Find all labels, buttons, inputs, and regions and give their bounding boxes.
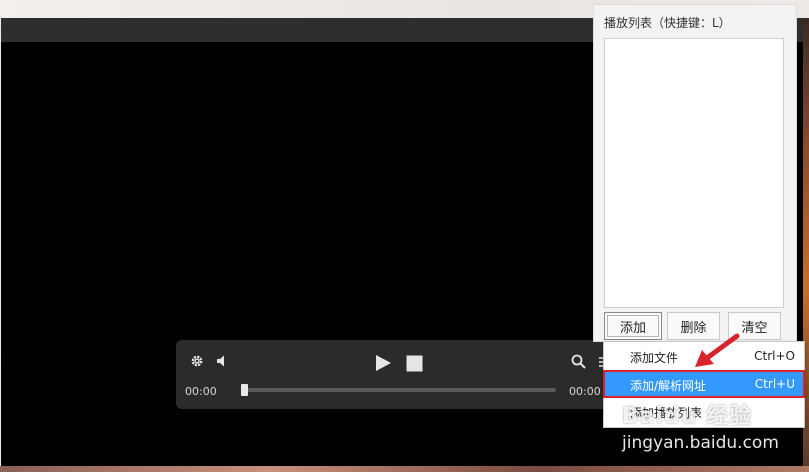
search-icon[interactable] — [571, 354, 586, 369]
play-icon[interactable] — [374, 354, 392, 372]
menu-item-shortcut: Ctrl+O — [754, 349, 795, 363]
control-bar: 00:00 00:00 — [176, 340, 608, 409]
current-time: 00:00 — [185, 385, 217, 398]
playlist-panel: 播放列表（快捷键：L） 添加 删除 清空 — [593, 4, 797, 342]
baidu-logo-watermark: Baidu 经验 — [622, 404, 753, 429]
menu-item-add-url[interactable]: 添加/解析网址 Ctrl+U — [603, 370, 805, 398]
playlist-title: 播放列表（快捷键：L） — [604, 16, 731, 30]
stop-icon[interactable] — [406, 355, 423, 372]
total-time: 00:00 — [569, 385, 601, 398]
desktop-bottom-strip — [0, 466, 809, 472]
menu-item-shortcut: Ctrl+U — [754, 377, 795, 391]
volume-icon[interactable] — [216, 354, 228, 368]
add-button[interactable]: 添加 — [604, 312, 662, 340]
seek-bar[interactable] — [246, 388, 556, 392]
site-watermark: jingyan.baidu.com — [622, 433, 779, 453]
playlist-list[interactable] — [604, 38, 784, 308]
seek-handle[interactable] — [241, 384, 248, 396]
menu-item-label: 添加文件 — [630, 351, 679, 365]
menu-item-label: 添加/解析网址 — [630, 379, 707, 393]
gear-icon[interactable] — [190, 354, 204, 368]
red-arrow-annotation — [695, 333, 740, 367]
